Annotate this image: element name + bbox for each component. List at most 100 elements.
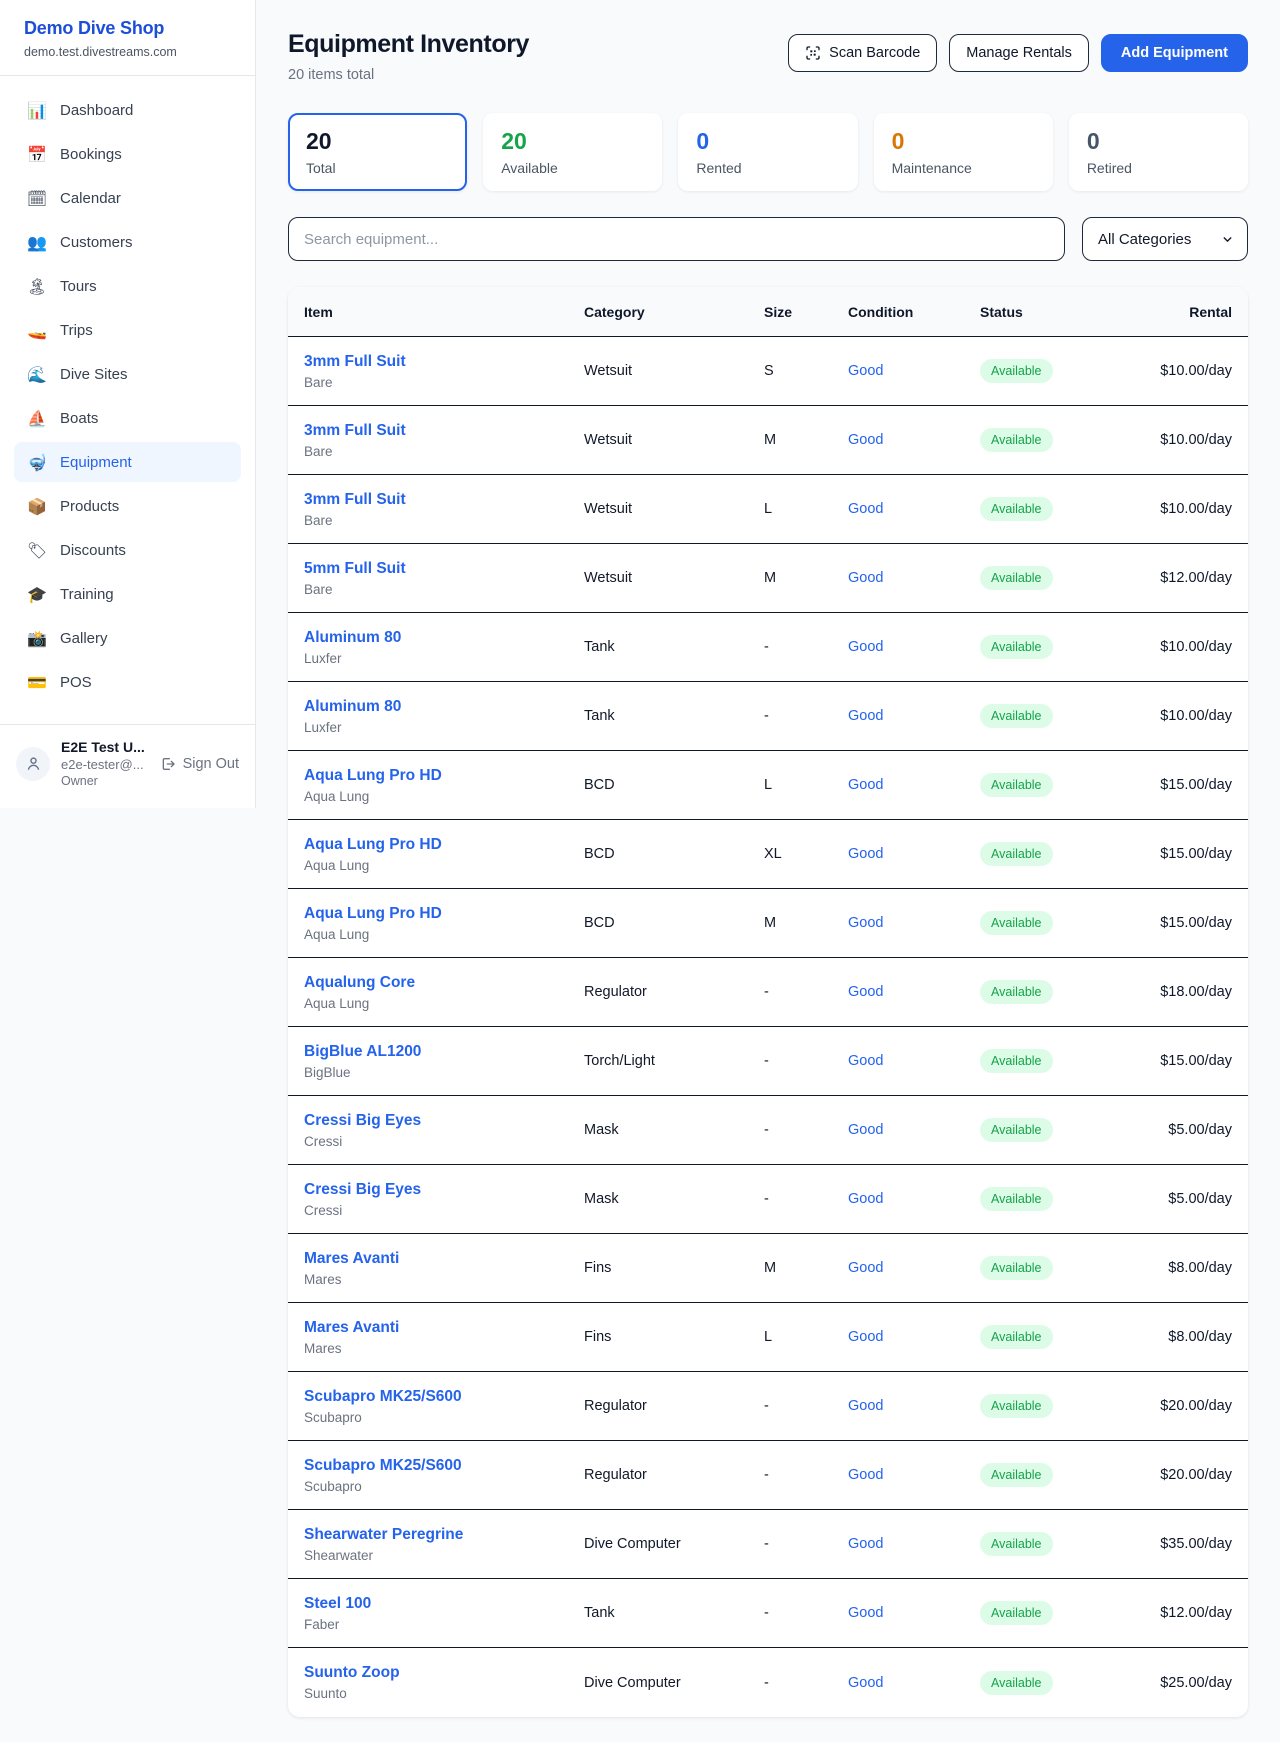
table-row: Scubapro MK25/S600 Scubapro Regulator - … xyxy=(288,1372,1248,1441)
sidebar-item-customers[interactable]: 👥 Customers xyxy=(14,222,241,262)
condition-link[interactable]: Good xyxy=(848,1329,980,1345)
page-header: Equipment Inventory 20 items total Scan … xyxy=(288,30,1248,83)
stat-card-available[interactable]: 20 Available xyxy=(483,113,662,191)
stat-card-retired[interactable]: 0 Retired xyxy=(1069,113,1248,191)
item-name-link[interactable]: 5mm Full Suit xyxy=(304,560,584,578)
condition-link[interactable]: Good xyxy=(848,984,980,1000)
cell-category: Wetsuit xyxy=(584,570,764,586)
item-brand: Bare xyxy=(304,375,584,390)
item-name-link[interactable]: Scubapro MK25/S600 xyxy=(304,1457,584,1475)
condition-link[interactable]: Good xyxy=(848,1122,980,1138)
item-name-link[interactable]: Cressi Big Eyes xyxy=(304,1112,584,1130)
user-email: e2e-tester@... xyxy=(61,757,145,772)
stat-card-maintenance[interactable]: 0 Maintenance xyxy=(874,113,1053,191)
sidebar-item-dive-sites[interactable]: 🌊 Dive Sites xyxy=(14,354,241,394)
condition-link[interactable]: Good xyxy=(848,501,980,517)
condition-link[interactable]: Good xyxy=(848,1675,980,1691)
sign-out-button[interactable]: Sign Out xyxy=(160,756,239,772)
condition-link[interactable]: Good xyxy=(848,1398,980,1414)
item-name-link[interactable]: BigBlue AL1200 xyxy=(304,1043,584,1061)
stat-label: Available xyxy=(501,160,644,176)
status-badge: Available xyxy=(980,1532,1053,1556)
cell-category: Mask xyxy=(584,1191,764,1207)
condition-link[interactable]: Good xyxy=(848,1191,980,1207)
category-select[interactable]: All Categories xyxy=(1082,217,1248,261)
condition-link[interactable]: Good xyxy=(848,846,980,862)
cell-size: - xyxy=(764,1675,848,1691)
sidebar-item-label: Customers xyxy=(60,234,133,251)
status-badge: Available xyxy=(980,1463,1053,1487)
cell-size: - xyxy=(764,1467,848,1483)
item-brand: Aqua Lung xyxy=(304,996,584,1011)
item-name-link[interactable]: Aqualung Core xyxy=(304,974,584,992)
condition-link[interactable]: Good xyxy=(848,708,980,724)
item-name-link[interactable]: Cressi Big Eyes xyxy=(304,1181,584,1199)
item-name-link[interactable]: Mares Avanti xyxy=(304,1319,584,1337)
add-equipment-button[interactable]: Add Equipment xyxy=(1101,34,1248,72)
avatar xyxy=(16,747,50,781)
sidebar-item-tours[interactable]: 🏝 Tours xyxy=(14,266,241,306)
condition-link[interactable]: Good xyxy=(848,1467,980,1483)
item-name-link[interactable]: 3mm Full Suit xyxy=(304,491,584,509)
sidebar-item-training[interactable]: 🎓 Training xyxy=(14,574,241,614)
island-icon: 🏝 xyxy=(26,277,48,296)
cell-rental: $8.00/day xyxy=(1152,1329,1232,1345)
status-badge: Available xyxy=(980,497,1053,521)
sidebar-item-pos[interactable]: 💳 POS xyxy=(14,662,241,702)
item-name-link[interactable]: Aqua Lung Pro HD xyxy=(304,905,584,923)
item-name-link[interactable]: 3mm Full Suit xyxy=(304,422,584,440)
sidebar-item-dashboard[interactable]: 📊 Dashboard xyxy=(14,90,241,130)
item-brand: Cressi xyxy=(304,1203,584,1218)
table-row: 3mm Full Suit Bare Wetsuit M Good Availa… xyxy=(288,406,1248,475)
condition-link[interactable]: Good xyxy=(848,915,980,931)
category-select-value: All Categories xyxy=(1098,231,1191,248)
condition-link[interactable]: Good xyxy=(848,363,980,379)
scan-barcode-button[interactable]: Scan Barcode xyxy=(788,34,937,72)
cell-category: Regulator xyxy=(584,984,764,1000)
barcode-scan-icon xyxy=(805,45,821,61)
item-name-link[interactable]: Aluminum 80 xyxy=(304,698,584,716)
item-name-link[interactable]: Aqua Lung Pro HD xyxy=(304,767,584,785)
item-name-link[interactable]: Aluminum 80 xyxy=(304,629,584,647)
condition-link[interactable]: Good xyxy=(848,432,980,448)
item-name-link[interactable]: Shearwater Peregrine xyxy=(304,1526,584,1544)
stat-value: 0 xyxy=(892,128,1035,155)
sidebar-item-label: Equipment xyxy=(60,454,132,471)
item-name-link[interactable]: 3mm Full Suit xyxy=(304,353,584,371)
item-name-link[interactable]: Aqua Lung Pro HD xyxy=(304,836,584,854)
cell-size: M xyxy=(764,1260,848,1276)
cell-size: M xyxy=(764,915,848,931)
status-badge: Available xyxy=(980,1118,1053,1142)
condition-link[interactable]: Good xyxy=(848,1260,980,1276)
condition-link[interactable]: Good xyxy=(848,1605,980,1621)
stat-label: Maintenance xyxy=(892,160,1035,176)
condition-link[interactable]: Good xyxy=(848,570,980,586)
item-name-link[interactable]: Scubapro MK25/S600 xyxy=(304,1388,584,1406)
cell-size: - xyxy=(764,1122,848,1138)
sidebar-item-calendar[interactable]: 🗓 Calendar xyxy=(14,178,241,218)
cell-category: Fins xyxy=(584,1329,764,1345)
condition-link[interactable]: Good xyxy=(848,1536,980,1552)
manage-rentals-button[interactable]: Manage Rentals xyxy=(949,34,1089,72)
sidebar-item-products[interactable]: 📦 Products xyxy=(14,486,241,526)
sidebar-item-trips[interactable]: 🚤 Trips xyxy=(14,310,241,350)
sidebar-item-bookings[interactable]: 📅 Bookings xyxy=(14,134,241,174)
sidebar-item-boats[interactable]: ⛵ Boats xyxy=(14,398,241,438)
sidebar-item-equipment[interactable]: 🤿 Equipment xyxy=(14,442,241,482)
item-name-link[interactable]: Mares Avanti xyxy=(304,1250,584,1268)
status-badge: Available xyxy=(980,359,1053,383)
condition-link[interactable]: Good xyxy=(848,1053,980,1069)
sidebar-item-discounts[interactable]: 🏷 Discounts xyxy=(14,530,241,570)
search-input[interactable] xyxy=(288,217,1065,261)
cell-rental: $8.00/day xyxy=(1152,1260,1232,1276)
item-name-link[interactable]: Steel 100 xyxy=(304,1595,584,1613)
condition-link[interactable]: Good xyxy=(848,639,980,655)
table-row: 3mm Full Suit Bare Wetsuit S Good Availa… xyxy=(288,337,1248,406)
item-name-link[interactable]: Suunto Zoop xyxy=(304,1664,584,1682)
item-brand: Scubapro xyxy=(304,1479,584,1494)
stat-card-rented[interactable]: 0 Rented xyxy=(678,113,857,191)
sidebar-item-label: Boats xyxy=(60,410,98,427)
condition-link[interactable]: Good xyxy=(848,777,980,793)
sidebar-item-gallery[interactable]: 📸 Gallery xyxy=(14,618,241,658)
stat-card-total[interactable]: 20 Total xyxy=(288,113,467,191)
